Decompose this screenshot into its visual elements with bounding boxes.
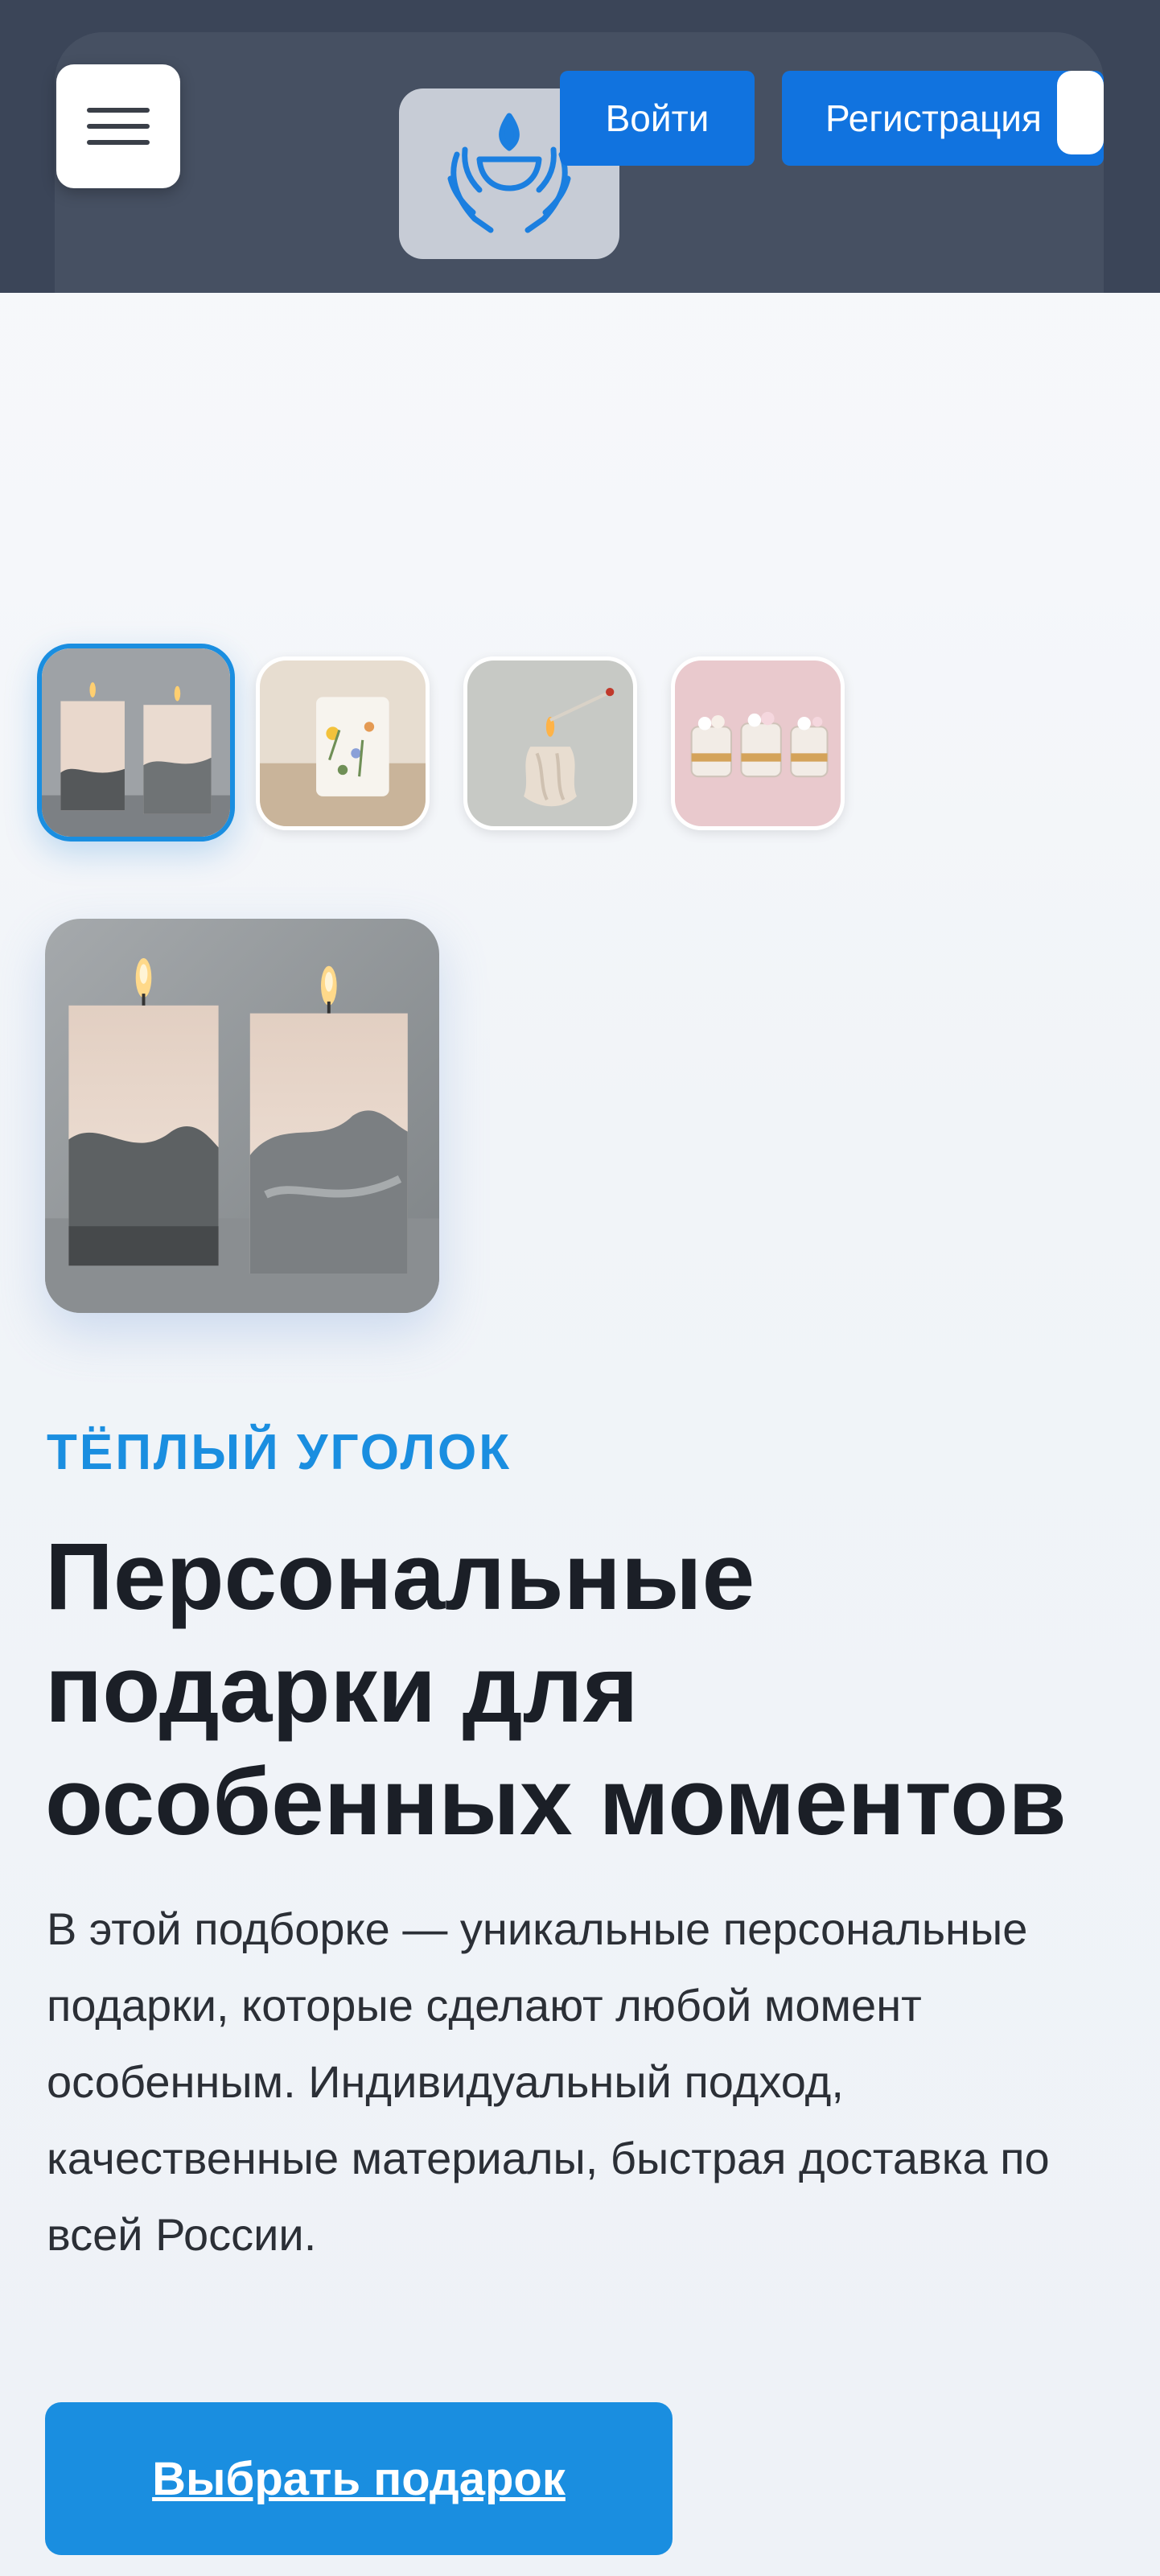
hero-description: В этой подборке — уникальные персональны… [47, 1903, 1050, 2260]
hamburger-menu-icon[interactable] [56, 64, 180, 188]
page-title: Персональные подарки для особенных момен… [45, 1524, 1067, 1855]
page: Войти Регистрация ТЁПЛЫЙ УГОЛОК Персонал… [0, 0, 1160, 2576]
thumbnail-two-concrete-candles[interactable] [37, 644, 235, 842]
scroll-handle[interactable] [1057, 71, 1104, 154]
choose-gift-button[interactable]: Выбрать подарок [45, 2402, 673, 2555]
main-product-image[interactable] [45, 919, 439, 1313]
thumbnail-sculpted-candle[interactable] [463, 656, 637, 830]
register-button[interactable]: Регистрация [782, 71, 1104, 166]
thumbnail-floral-pillar-candle[interactable] [256, 656, 430, 830]
site-header: Войти Регистрация [0, 0, 1160, 293]
thumbnail-three-jar-candles[interactable] [671, 656, 845, 830]
brand-eyebrow: ТЁПЛЫЙ УГОЛОК [47, 1425, 512, 1480]
login-button[interactable]: Войти [560, 71, 755, 166]
